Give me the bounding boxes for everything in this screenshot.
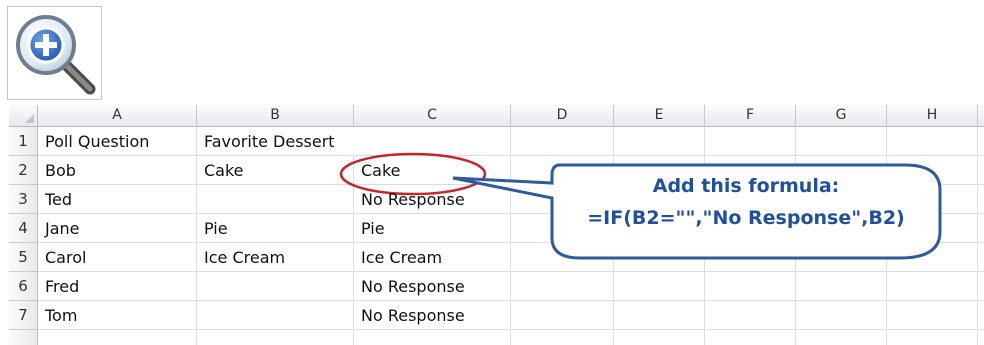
cell-a7[interactable]: Tom (38, 301, 197, 330)
cell-text: Poll Question (45, 132, 150, 151)
cell-h5[interactable] (887, 243, 978, 272)
cell-d1[interactable] (511, 127, 614, 156)
cell-e8[interactable] (614, 330, 705, 345)
cell-g8[interactable] (796, 330, 887, 345)
cell-b1[interactable]: Favorite Dessert (197, 127, 354, 156)
column-header-g[interactable]: G (796, 105, 887, 127)
callout-formula: =IF(B2="","No Response",B2) (587, 207, 905, 229)
cell-extra[interactable] (978, 156, 984, 185)
cell-f8[interactable] (705, 330, 796, 345)
cell-b2[interactable]: Cake (197, 156, 354, 185)
cell-c1[interactable] (354, 127, 511, 156)
cell-text: No Response (361, 277, 465, 296)
row-header[interactable]: 4 (9, 214, 38, 243)
cell-b4[interactable]: Pie (197, 214, 354, 243)
cell-b8[interactable] (197, 330, 354, 345)
cell-text: Ice Cream (204, 248, 286, 267)
cell-f1[interactable] (705, 127, 796, 156)
row-header[interactable]: 6 (9, 272, 38, 301)
row-header[interactable]: 3 (9, 185, 38, 214)
cell-f6[interactable] (705, 272, 796, 301)
cell-text: Bob (45, 161, 76, 180)
cell-text: Tom (45, 306, 78, 325)
cell-c5[interactable]: Ice Cream (354, 243, 511, 272)
cell-a1[interactable]: Poll Question (38, 127, 197, 156)
column-header-f[interactable]: F (705, 105, 796, 127)
cell-c2[interactable]: Cake (354, 156, 511, 185)
zoom-in-button[interactable] (7, 6, 102, 100)
cell-a6[interactable]: Fred (38, 272, 197, 301)
cell-text: Cake (361, 161, 401, 180)
callout-title: Add this formula: (652, 175, 840, 197)
cell-d6[interactable] (511, 272, 614, 301)
cell-extra[interactable] (978, 127, 984, 156)
cell-h8[interactable] (887, 330, 978, 345)
cell-f5[interactable] (705, 243, 796, 272)
cell-e5[interactable] (614, 243, 705, 272)
cell-extra[interactable] (978, 301, 984, 330)
cell-text: No Response (361, 306, 465, 325)
cell-a3[interactable]: Ted (38, 185, 197, 214)
cell-extra[interactable] (978, 272, 984, 301)
cell-text: Pie (204, 219, 228, 238)
cell-a8[interactable] (38, 330, 197, 345)
column-header-h[interactable]: H (887, 105, 978, 127)
cell-d7[interactable] (511, 301, 614, 330)
column-header-next[interactable] (978, 105, 984, 127)
column-header-a[interactable]: A (38, 105, 197, 127)
cell-text: Ted (45, 190, 73, 209)
cell-e6[interactable] (614, 272, 705, 301)
cell-e1[interactable] (614, 127, 705, 156)
cell-e7[interactable] (614, 301, 705, 330)
row-header[interactable]: 1 (9, 127, 38, 156)
cell-g1[interactable] (796, 127, 887, 156)
cell-text: Ice Cream (361, 248, 443, 267)
cell-text: Cake (204, 161, 244, 180)
cell-d8[interactable] (511, 330, 614, 345)
cell-extra[interactable] (978, 185, 984, 214)
cell-text: Jane (45, 219, 80, 238)
cell-text: No Response (361, 190, 465, 209)
cell-b7[interactable] (197, 301, 354, 330)
cell-g6[interactable] (796, 272, 887, 301)
column-header-c[interactable]: C (354, 105, 511, 127)
cell-h1[interactable] (887, 127, 978, 156)
row-header[interactable]: 5 (9, 243, 38, 272)
cell-h7[interactable] (887, 301, 978, 330)
cell-text: Favorite Dessert (204, 132, 335, 151)
cell-b5[interactable]: Ice Cream (197, 243, 354, 272)
cell-text: Fred (45, 277, 80, 296)
cell-a2[interactable]: Bob (38, 156, 197, 185)
cell-d5[interactable] (511, 243, 614, 272)
callout-text: Add this formula: =IF(B2="","No Response… (548, 170, 944, 234)
cell-text: Carol (45, 248, 87, 267)
cell-extra[interactable] (978, 330, 984, 345)
cell-h6[interactable] (887, 272, 978, 301)
cell-f7[interactable] (705, 301, 796, 330)
cell-c3[interactable]: No Response (354, 185, 511, 214)
cell-c4[interactable]: Pie (354, 214, 511, 243)
zoom-in-magnifier-icon (16, 15, 96, 95)
cell-extra[interactable] (978, 214, 984, 243)
row-header[interactable] (9, 330, 38, 345)
cell-c6[interactable]: No Response (354, 272, 511, 301)
cell-b3[interactable] (197, 185, 354, 214)
row-header[interactable]: 2 (9, 156, 38, 185)
column-header-e[interactable]: E (614, 105, 705, 127)
cell-c7[interactable]: No Response (354, 301, 511, 330)
select-all-corner[interactable] (9, 105, 38, 127)
cell-a5[interactable]: Carol (38, 243, 197, 272)
cell-text: Pie (361, 219, 385, 238)
cell-g5[interactable] (796, 243, 887, 272)
row-header[interactable]: 7 (9, 301, 38, 330)
cell-b6[interactable] (197, 272, 354, 301)
cell-c8[interactable] (354, 330, 511, 345)
cell-g7[interactable] (796, 301, 887, 330)
column-header-d[interactable]: D (511, 105, 614, 127)
cell-a4[interactable]: Jane (38, 214, 197, 243)
column-header-b[interactable]: B (197, 105, 354, 127)
cell-extra[interactable] (978, 243, 984, 272)
